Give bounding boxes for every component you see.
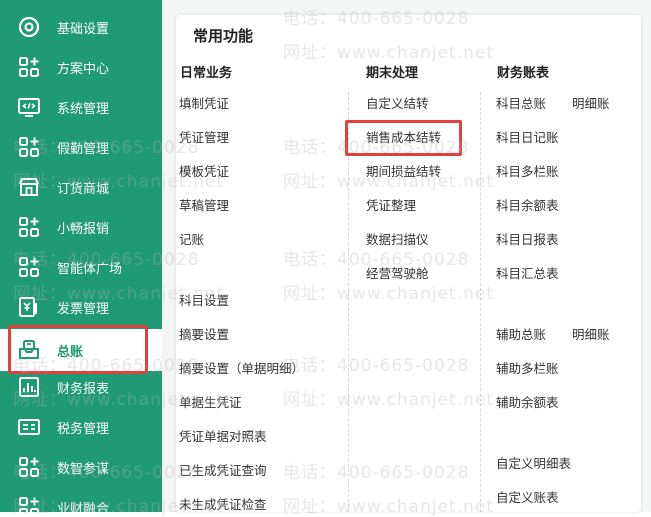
function-link[interactable]: 科目日记账 — [496, 130, 559, 146]
sidebar-item[interactable]: 基础设置 — [0, 7, 162, 47]
sidebar-item[interactable]: 财务报表 — [0, 367, 162, 407]
function-link[interactable]: 单据生凭证 — [179, 395, 242, 411]
report-icon — [17, 375, 41, 399]
function-link[interactable]: 科目日报表 — [496, 232, 559, 248]
function-link[interactable]: 自定义结转 — [366, 96, 429, 112]
function-link[interactable]: 凭证整理 — [366, 198, 416, 214]
column-heading-period-end: 期末处理 — [366, 66, 419, 81]
apps-plus-icon — [17, 215, 41, 239]
sidebar-item-label: 业财融合 — [57, 501, 110, 513]
sidebar-item[interactable]: 订货商城 — [0, 167, 162, 207]
function-link[interactable]: 科目多栏账 — [496, 164, 559, 180]
apps-plus-icon — [17, 455, 41, 479]
sidebar: 基础设置方案中心系统管理假勤管理订货商城小畅报销智能体广场发票管理总账财务报表税… — [0, 0, 162, 512]
sidebar-item[interactable]: 小畅报销 — [0, 207, 162, 247]
function-link[interactable]: 明细账 — [572, 96, 610, 112]
function-link[interactable]: 数据扫描仪 — [366, 232, 429, 248]
panel-title: 常用功能 — [193, 27, 254, 45]
function-link[interactable]: 自定义账表 — [496, 490, 559, 506]
sidebar-item-label: 小畅报销 — [57, 221, 110, 237]
sidebar-item-label: 订货商城 — [57, 181, 110, 197]
sidebar-item-label: 方案中心 — [57, 61, 110, 77]
function-link[interactable]: 摘要设置 — [179, 327, 229, 343]
sidebar-item-label: 数智参谋 — [57, 461, 110, 477]
function-link[interactable]: 辅助总账 — [496, 327, 546, 343]
sidebar-item-label: 总账 — [57, 344, 84, 360]
sidebar-item[interactable]: 系统管理 — [0, 87, 162, 127]
sidebar-item-label: 系统管理 — [57, 101, 110, 117]
function-link[interactable]: 摘要设置（单据明细） — [179, 361, 304, 377]
function-link[interactable]: 模板凭证 — [179, 164, 229, 180]
function-link[interactable]: 记账 — [179, 232, 204, 248]
apps-plus-icon — [17, 255, 41, 279]
shop-icon — [17, 175, 41, 199]
column-heading-daily: 日常业务 — [180, 66, 233, 81]
function-link[interactable]: 草稿管理 — [179, 198, 229, 214]
function-link[interactable]: 销售成本结转 — [366, 130, 441, 146]
ledger-icon — [17, 338, 41, 362]
sidebar-item[interactable]: 数智参谋 — [0, 447, 162, 487]
function-link[interactable]: 明细账 — [572, 327, 610, 343]
function-link[interactable]: 科目汇总表 — [496, 266, 559, 282]
function-link[interactable]: 科目总账 — [496, 96, 546, 112]
function-link[interactable]: 填制凭证 — [179, 96, 229, 112]
function-link[interactable]: 已生成凭证查询 — [179, 463, 267, 479]
column-heading-reports: 财务账表 — [497, 66, 550, 81]
apps-plus-icon — [17, 135, 41, 159]
monitor-code-icon — [17, 95, 41, 119]
tax-icon — [17, 415, 41, 439]
function-link[interactable]: 凭证管理 — [179, 130, 229, 146]
sidebar-item[interactable]: 假勤管理 — [0, 127, 162, 167]
gear-icon — [17, 15, 41, 39]
invoice-icon — [17, 295, 41, 319]
function-link[interactable]: 未生成凭证检查 — [179, 497, 267, 513]
apps-plus-icon — [17, 495, 41, 512]
function-link[interactable]: 辅助余额表 — [496, 395, 559, 411]
sidebar-item-label: 智能体广场 — [57, 261, 123, 277]
sidebar-item[interactable]: 发票管理 — [0, 287, 162, 327]
function-link[interactable]: 期间损益结转 — [366, 164, 441, 180]
function-link[interactable]: 自定义明细表 — [496, 456, 571, 472]
sidebar-item-label: 假勤管理 — [57, 141, 110, 157]
sidebar-item[interactable]: 业财融合 — [0, 487, 162, 512]
function-link[interactable]: 科目设置 — [179, 293, 229, 309]
function-link[interactable]: 科目余额表 — [496, 198, 559, 214]
function-link[interactable]: 凭证单据对照表 — [179, 429, 267, 445]
sidebar-item[interactable]: 方案中心 — [0, 47, 162, 87]
sidebar-item[interactable]: 税务管理 — [0, 407, 162, 447]
function-link[interactable]: 经营驾驶舱 — [366, 266, 429, 282]
sidebar-item-label: 发票管理 — [57, 301, 110, 317]
column-divider — [480, 92, 481, 512]
sidebar-item-label: 财务报表 — [57, 381, 110, 397]
function-link[interactable]: 辅助多栏账 — [496, 361, 559, 377]
sidebar-item-label: 税务管理 — [57, 421, 110, 437]
sidebar-item[interactable]: 总账 — [0, 329, 162, 371]
apps-plus-icon — [17, 55, 41, 79]
sidebar-item[interactable]: 智能体广场 — [0, 247, 162, 287]
column-divider — [348, 92, 349, 512]
sidebar-item-label: 基础设置 — [57, 21, 110, 37]
